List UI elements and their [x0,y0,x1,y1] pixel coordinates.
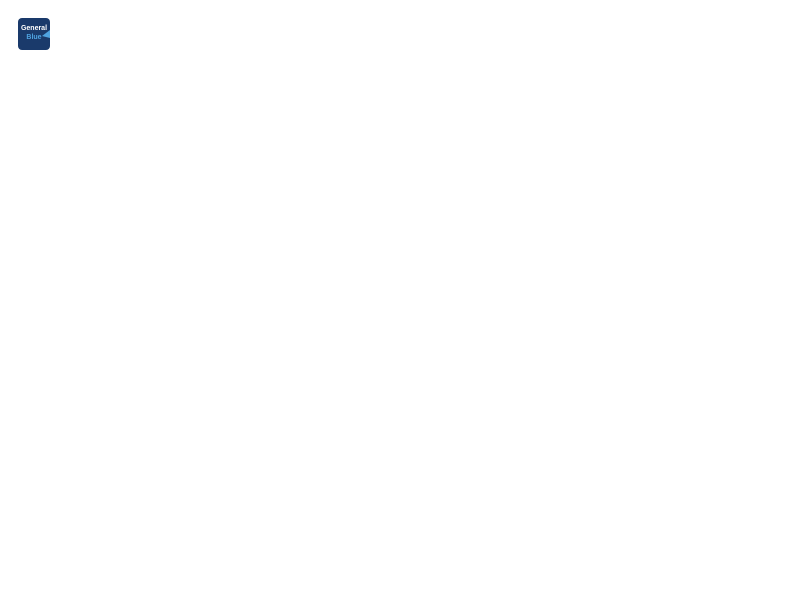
logo-icon: General Blue [16,16,52,52]
svg-text:General: General [21,25,47,32]
header: General Blue [16,16,776,52]
logo: General Blue [16,16,56,52]
svg-text:Blue: Blue [26,34,41,41]
